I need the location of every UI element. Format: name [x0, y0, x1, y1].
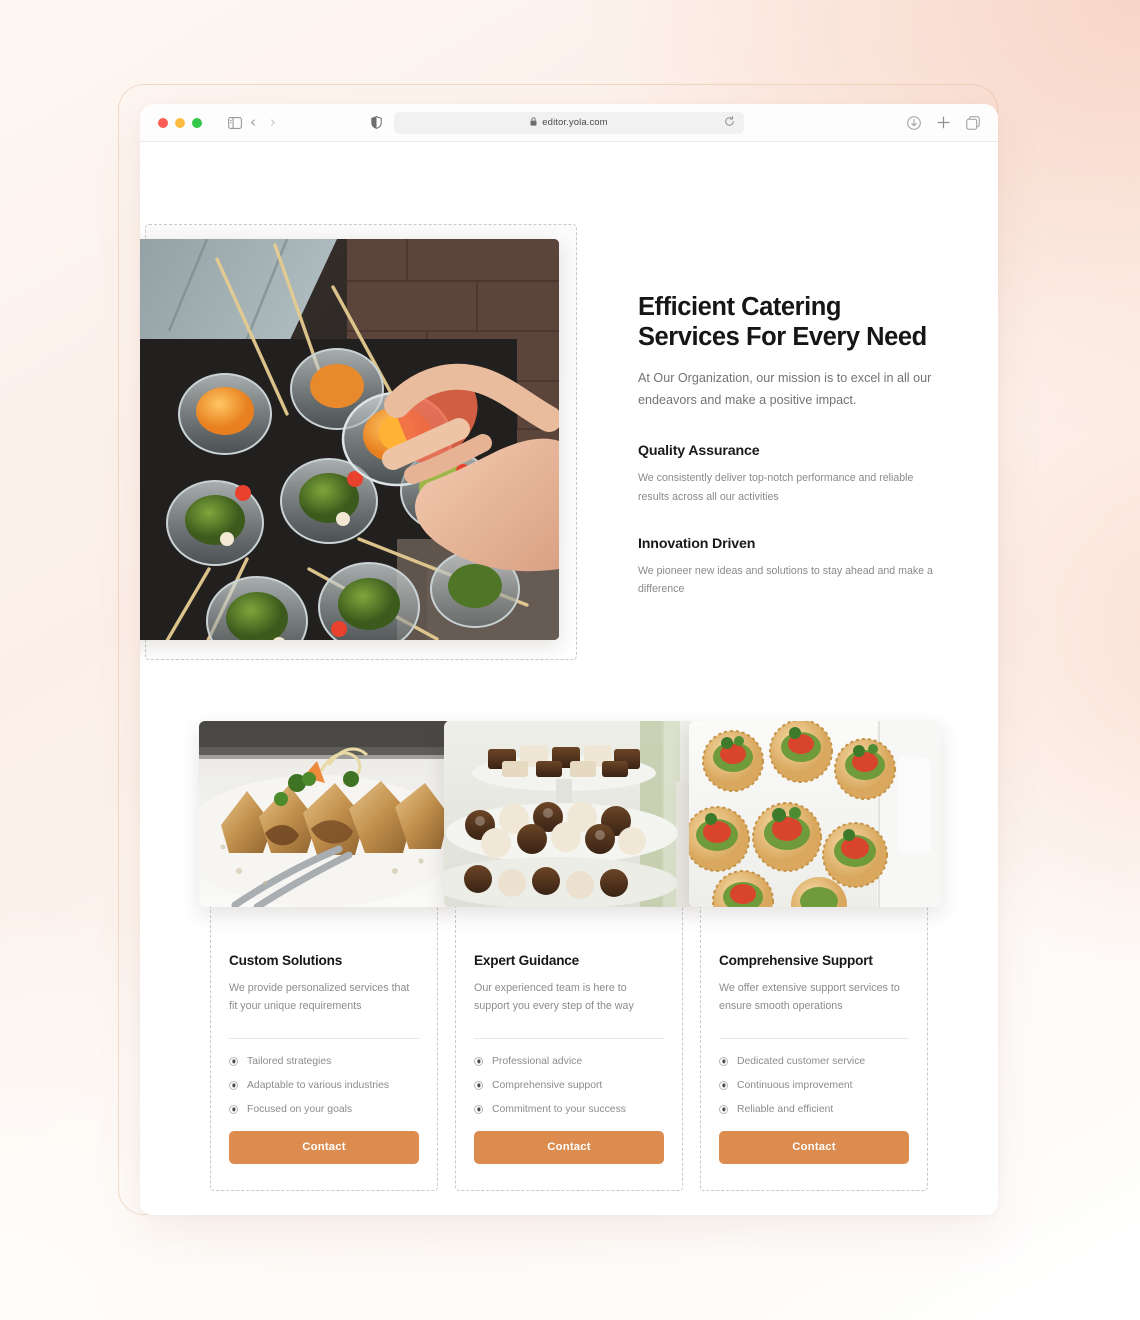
list-item-label: Adaptable to various industries [247, 1079, 390, 1091]
card-image-dessert-tray[interactable] [444, 721, 696, 907]
service-card-comprehensive-support[interactable]: Comprehensive Support We offer extensive… [689, 721, 941, 1191]
list-item-label: Dedicated customer service [737, 1055, 866, 1067]
feature-body: We pioneer new ideas and solutions to st… [638, 564, 933, 596]
list-item: Reliable and efficient [719, 1104, 909, 1115]
feature-body: We consistently deliver top-notch perfor… [638, 472, 914, 503]
minimize-window-button[interactable] [175, 117, 185, 128]
feature-quality-assurance: Quality Assurance We consistently delive… [638, 443, 938, 505]
list-item-label: Continuous improvement [737, 1079, 853, 1091]
bullet-icon [229, 1080, 238, 1090]
download-icon[interactable] [907, 115, 921, 130]
card-title: Comprehensive Support [719, 953, 873, 968]
bullet-icon [474, 1056, 483, 1066]
list-item-label: Reliable and efficient [737, 1103, 834, 1115]
card-description: Our experienced team is here to support … [474, 982, 634, 1013]
close-window-button[interactable] [158, 117, 168, 128]
card-title: Custom Solutions [229, 953, 343, 968]
maximize-window-button[interactable] [192, 117, 202, 128]
canape-group-b [769, 721, 833, 783]
tab-overview-icon[interactable] [966, 115, 980, 130]
service-cards-row: Custom Solutions We provide personalized… [199, 721, 941, 1191]
card-description: We provide personalized services that fi… [229, 982, 410, 1013]
list-item: Adaptable to various industries [229, 1080, 419, 1091]
canape-group-e [752, 802, 822, 872]
bullet-icon [719, 1104, 728, 1114]
card-image-canape-platter[interactable] [689, 721, 941, 907]
site-preview-canvas: Efficient Catering Services For Every Ne… [140, 142, 998, 1215]
hero-image-artwork [140, 239, 559, 640]
feature-title: Innovation Driven [638, 535, 756, 552]
browser-window: ‹ › editor.yola.com Efficient Catering S… [140, 104, 998, 1215]
list-item: Continuous improvement [719, 1080, 909, 1091]
privacy-shield-icon[interactable] [371, 116, 382, 129]
list-item-label: Professional advice [492, 1055, 583, 1067]
reload-icon[interactable] [724, 115, 735, 130]
toolbar-right-actions [907, 115, 980, 130]
canape-group-d [689, 806, 750, 872]
list-item-label: Focused on your goals [247, 1103, 353, 1115]
feature-title: Quality Assurance [638, 443, 760, 460]
service-card-expert-guidance[interactable]: Expert Guidance Our experienced team is … [444, 721, 696, 1191]
list-item: Tailored strategies [229, 1056, 419, 1067]
list-item: Focused on your goals [229, 1104, 419, 1115]
service-card-custom-solutions[interactable]: Custom Solutions We provide personalized… [199, 721, 451, 1191]
card-description: We offer extensive support services to e… [719, 982, 900, 1013]
address-bar[interactable]: editor.yola.com [394, 111, 744, 134]
hero-subtitle: At Our Organization, our mission is to e… [638, 371, 932, 407]
back-button[interactable]: ‹ [250, 115, 256, 130]
bullet-icon [474, 1080, 483, 1090]
contact-button[interactable]: Contact [229, 1130, 419, 1164]
hero-text-column: Efficient Catering Services For Every Ne… [638, 292, 938, 598]
list-item-label: Commitment to your success [492, 1103, 626, 1115]
hero-section-selection-block[interactable] [140, 224, 577, 660]
card-divider [474, 1037, 664, 1039]
feature-innovation-driven: Innovation Driven We pioneer new ideas a… [638, 536, 938, 598]
new-tab-icon[interactable] [937, 116, 950, 129]
list-item-label: Comprehensive support [492, 1079, 603, 1091]
canape-group-c [834, 738, 896, 800]
contact-button[interactable]: Contact [474, 1130, 664, 1164]
card-title: Expert Guidance [474, 953, 580, 968]
list-item: Comprehensive support [474, 1080, 664, 1091]
bullet-icon [229, 1104, 238, 1114]
card-feature-list: Professional advice Comprehensive suppor… [474, 1056, 664, 1115]
canape-group-f [822, 822, 888, 888]
card-feature-list: Tailored strategies Adaptable to various… [229, 1056, 419, 1115]
card-divider [229, 1037, 419, 1039]
card-image-artwork [199, 721, 451, 907]
card-image-artwork [444, 721, 696, 907]
card-divider [719, 1037, 909, 1039]
bullet-icon [474, 1104, 483, 1114]
hero-image[interactable] [140, 239, 559, 640]
list-item: Dedicated customer service [719, 1056, 909, 1067]
page-title: Efficient Catering Services For Every Ne… [638, 293, 927, 352]
canape-group-a [702, 730, 764, 792]
contact-button[interactable]: Contact [719, 1130, 909, 1164]
browser-toolbar: ‹ › editor.yola.com [140, 104, 998, 142]
list-item: Professional advice [474, 1056, 664, 1067]
forward-button[interactable]: › [270, 115, 276, 130]
bullet-icon [229, 1056, 238, 1066]
bullet-icon [719, 1080, 728, 1090]
window-controls[interactable] [158, 117, 202, 128]
list-item-label: Tailored strategies [247, 1055, 332, 1067]
card-image-artwork [689, 721, 941, 907]
navigation-arrows[interactable]: ‹ › [250, 115, 276, 130]
card-image-plated-pastry[interactable] [199, 721, 451, 907]
sidebar-icon[interactable] [228, 116, 242, 129]
list-item: Commitment to your success [474, 1104, 664, 1115]
url-text: editor.yola.com [542, 117, 608, 128]
card-feature-list: Dedicated customer service Continuous im… [719, 1056, 909, 1115]
lock-icon [530, 117, 537, 128]
bullet-icon [719, 1056, 728, 1066]
